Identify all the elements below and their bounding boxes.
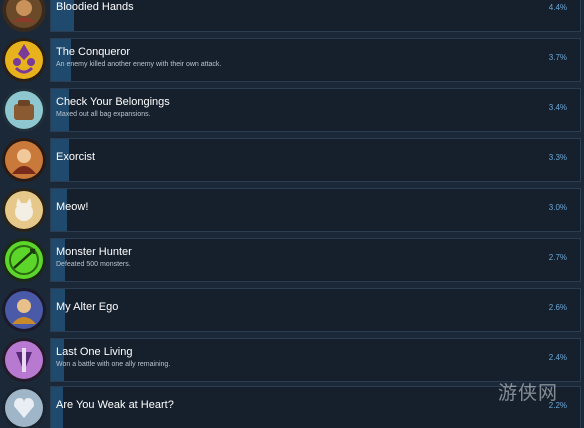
achievement-list-page: Bloodied Hands 4.4% The Conqueror An ene…: [0, 0, 584, 428]
achievement-panel: The Conqueror An enemy killed another en…: [50, 38, 581, 82]
achievement-title: Are You Weak at Heart?: [56, 399, 174, 411]
achievement-row[interactable]: Meow! 3.0%: [0, 188, 584, 232]
achievement-row[interactable]: Are You Weak at Heart? 2.2%: [0, 386, 584, 428]
unlock-percent: 3.7%: [548, 53, 567, 62]
unlock-percent: 2.4%: [548, 353, 567, 362]
achievement-panel: Meow! 3.0%: [50, 188, 581, 232]
achievement-description: Defeated 500 monsters.: [56, 261, 131, 268]
weak-at-heart-badge-icon: [2, 386, 46, 428]
achievement-title: Check Your Belongings: [56, 96, 170, 108]
achievement-panel: Last One Living Won a battle with one al…: [50, 338, 581, 382]
achievement-panel: Bloodied Hands 4.4%: [50, 0, 581, 32]
achievement-title: Meow!: [56, 201, 89, 213]
achievement-panel: Check Your Belongings Maxed out all bag …: [50, 88, 581, 132]
achievement-row[interactable]: Check Your Belongings Maxed out all bag …: [0, 88, 584, 132]
alter-ego-badge-icon: [2, 288, 46, 332]
achievement-panel: Monster Hunter Defeated 500 monsters. 2.…: [50, 238, 581, 282]
achievement-description: An enemy killed another enemy with their…: [56, 61, 222, 68]
achievement-row[interactable]: My Alter Ego 2.6%: [0, 288, 584, 332]
site-watermark: 游侠网: [498, 382, 559, 404]
achievement-title: The Conqueror: [56, 46, 130, 58]
monster-hunter-badge-icon: [2, 238, 46, 282]
achievement-title: Monster Hunter: [56, 246, 132, 258]
exorcist-badge-icon: [2, 138, 46, 182]
achievement-title: Bloodied Hands: [56, 1, 134, 13]
achievement-description: Won a battle with one ally remaining.: [56, 361, 171, 368]
achievement-description: Maxed out all bag expansions.: [56, 111, 151, 118]
last-one-living-badge-icon: [2, 338, 46, 382]
unlock-percent: 3.4%: [548, 103, 567, 112]
belongings-badge-icon: [2, 88, 46, 132]
unlock-percent: 3.3%: [548, 153, 567, 162]
achievement-panel: My Alter Ego 2.6%: [50, 288, 581, 332]
bloodied-hands-badge-icon: [2, 0, 46, 32]
conqueror-badge-icon: [2, 38, 46, 82]
unlock-percent: 3.0%: [548, 203, 567, 212]
unlock-percent: 2.7%: [548, 253, 567, 262]
achievement-row[interactable]: Last One Living Won a battle with one al…: [0, 338, 584, 382]
achievement-panel: Exorcist 3.3%: [50, 138, 581, 182]
meow-badge-icon: [2, 188, 46, 232]
unlock-percent: 2.6%: [548, 303, 567, 312]
achievement-title: My Alter Ego: [56, 301, 119, 313]
achievement-row[interactable]: Exorcist 3.3%: [0, 138, 584, 182]
achievement-row[interactable]: The Conqueror An enemy killed another en…: [0, 38, 584, 82]
achievement-row[interactable]: Bloodied Hands 4.4%: [0, 0, 584, 32]
achievement-row[interactable]: Monster Hunter Defeated 500 monsters. 2.…: [0, 238, 584, 282]
achievement-title: Last One Living: [56, 346, 133, 358]
unlock-percent: 4.4%: [548, 3, 567, 12]
achievement-title: Exorcist: [56, 151, 96, 163]
